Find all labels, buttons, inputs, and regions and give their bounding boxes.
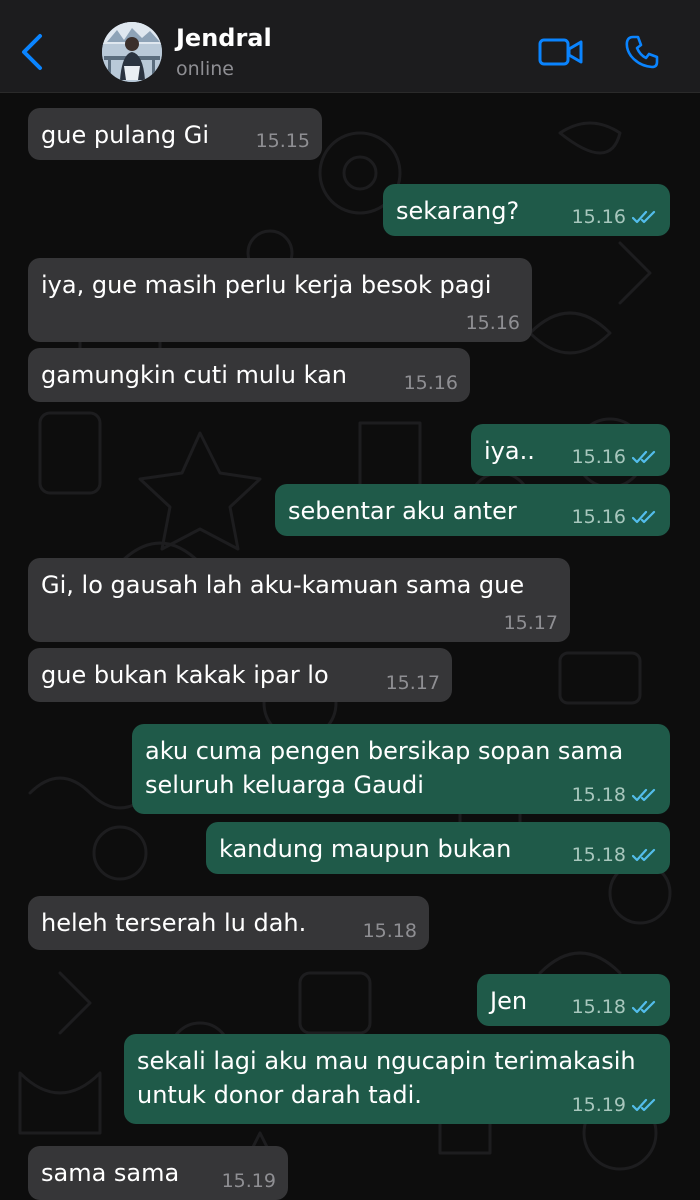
contact-status: online bbox=[176, 58, 234, 80]
message-bubble-incoming[interactable]: Gi, lo gausah lah aku-kamuan sama gue 15… bbox=[28, 558, 570, 642]
message-meta: 15.15 bbox=[256, 130, 310, 152]
message-time: 15.16 bbox=[403, 372, 458, 394]
message-time: 15.17 bbox=[385, 672, 440, 694]
message-text: gamungkin cuti mulu kan bbox=[41, 361, 347, 389]
message-bubble-incoming[interactable]: gamungkin cuti mulu kan 15.16 bbox=[28, 348, 470, 402]
message-time: 15.16 bbox=[571, 506, 626, 528]
message-bubble-incoming[interactable]: iya, gue masih perlu kerja besok pagi 15… bbox=[28, 258, 532, 342]
avatar-photo-icon bbox=[102, 22, 162, 82]
double-check-read-icon bbox=[632, 210, 656, 224]
message-meta: 15.18 bbox=[572, 996, 658, 1018]
video-camera-icon bbox=[538, 38, 583, 66]
message-bubble-incoming[interactable]: heleh terserah lu dah. 15.18 bbox=[28, 896, 429, 950]
message-time: 15.18 bbox=[362, 920, 417, 942]
message-time: 15.16 bbox=[465, 312, 520, 334]
avatar[interactable] bbox=[102, 22, 162, 82]
message-time: 15.19 bbox=[571, 1094, 626, 1116]
message-time: 15.19 bbox=[221, 1170, 276, 1192]
message-meta: 15.19 bbox=[222, 1170, 276, 1192]
message-meta: 15.19 bbox=[572, 1094, 658, 1116]
message-meta: 15.16 bbox=[404, 372, 458, 394]
chevron-left-icon bbox=[22, 34, 42, 70]
message-bubble-outgoing[interactable]: sekarang? 15.16 bbox=[383, 184, 670, 236]
message-time: 15.18 bbox=[571, 844, 626, 866]
message-bubble-outgoing[interactable]: Jen 15.18 bbox=[477, 974, 670, 1026]
message-meta: 15.16 bbox=[572, 506, 658, 528]
message-bubble-outgoing[interactable]: aku cuma pengen bersikap sopan sama selu… bbox=[132, 724, 670, 814]
message-meta: 15.18 bbox=[363, 920, 417, 942]
message-time: 15.16 bbox=[571, 206, 626, 228]
message-meta: 15.17 bbox=[504, 612, 558, 634]
message-meta: 15.18 bbox=[572, 784, 658, 806]
message-text: gue bukan kakak ipar lo bbox=[41, 661, 329, 689]
double-check-read-icon bbox=[632, 848, 656, 862]
message-meta: 15.17 bbox=[386, 672, 440, 694]
message-bubble-incoming[interactable]: sama sama 15.19 bbox=[28, 1146, 288, 1200]
message-meta: 15.16 bbox=[466, 312, 520, 334]
phone-icon bbox=[625, 35, 659, 69]
double-check-read-icon bbox=[632, 510, 656, 524]
contact-name[interactable]: Jendral bbox=[176, 24, 272, 52]
message-text: heleh terserah lu dah. bbox=[41, 909, 307, 937]
message-text: iya, gue masih perlu kerja besok pagi bbox=[41, 271, 492, 299]
message-time: 15.18 bbox=[571, 996, 626, 1018]
message-meta: 15.16 bbox=[572, 206, 658, 228]
message-time: 15.17 bbox=[503, 612, 558, 634]
message-time: 15.15 bbox=[255, 130, 310, 152]
chat-header: Jendral online bbox=[0, 0, 700, 93]
voice-call-button[interactable] bbox=[624, 34, 660, 70]
message-bubble-outgoing[interactable]: sebentar aku anter 15.16 bbox=[275, 484, 670, 536]
double-check-read-icon bbox=[632, 788, 656, 802]
message-text: Gi, lo gausah lah aku-kamuan sama gue bbox=[41, 571, 525, 599]
message-meta: 15.16 bbox=[572, 446, 658, 468]
video-call-button[interactable] bbox=[538, 36, 584, 68]
double-check-read-icon bbox=[632, 1098, 656, 1112]
double-check-read-icon bbox=[632, 1000, 656, 1014]
message-time: 15.18 bbox=[571, 784, 626, 806]
message-time: 15.16 bbox=[571, 446, 626, 468]
message-meta: 15.18 bbox=[572, 844, 658, 866]
message-bubble-incoming[interactable]: gue bukan kakak ipar lo 15.17 bbox=[28, 648, 452, 702]
back-button[interactable] bbox=[14, 32, 50, 72]
message-bubble-outgoing[interactable]: sekali lagi aku mau ngucapin terimakasih… bbox=[124, 1034, 670, 1124]
message-bubble-outgoing[interactable]: iya.. 15.16 bbox=[471, 424, 670, 476]
double-check-read-icon bbox=[632, 450, 656, 464]
message-bubble-outgoing[interactable]: kandung maupun bukan 15.18 bbox=[206, 822, 670, 874]
message-bubble-incoming[interactable]: gue pulang Gi 15.15 bbox=[28, 108, 322, 160]
